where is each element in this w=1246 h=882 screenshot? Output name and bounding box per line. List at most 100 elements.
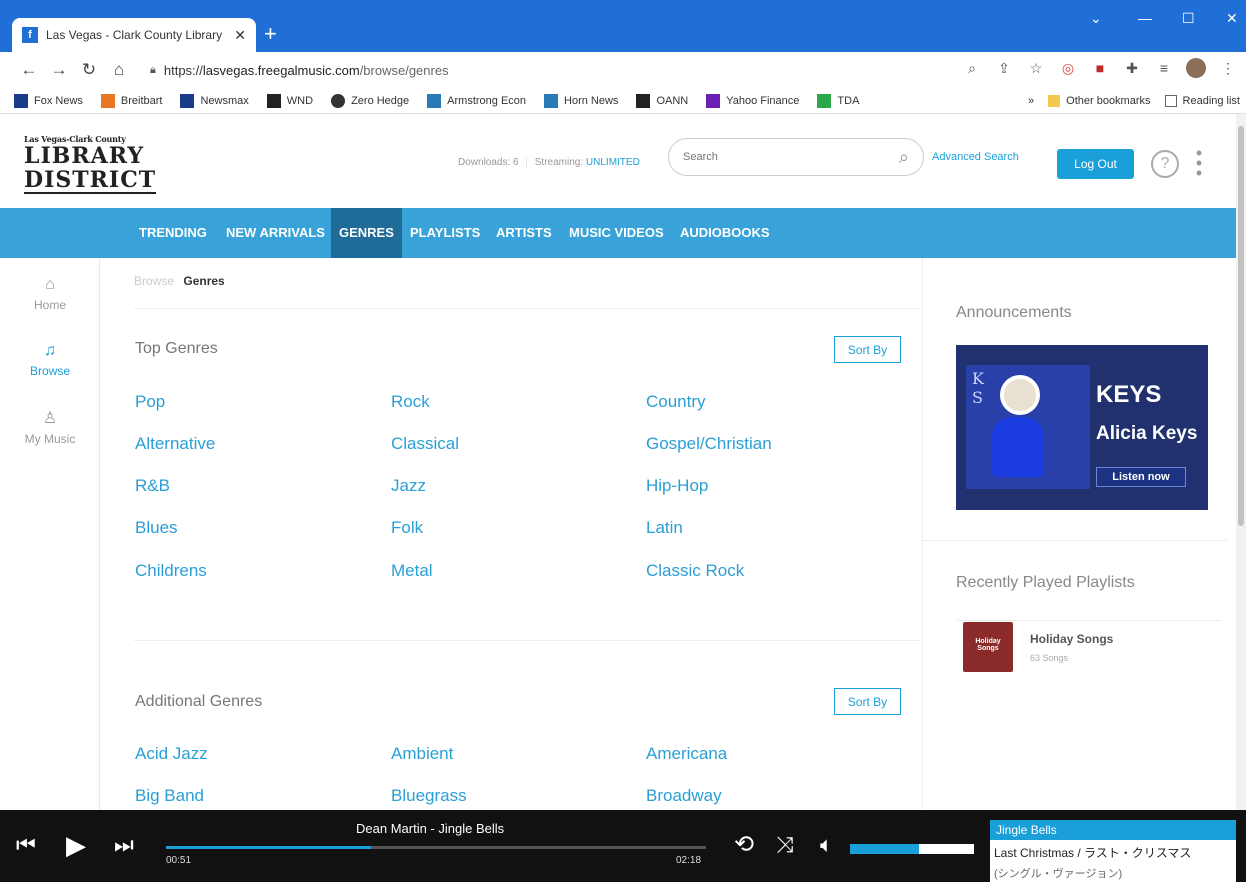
genre-link[interactable]: Blues (135, 518, 178, 538)
bookmark-horn-news[interactable]: Horn News (544, 93, 618, 108)
nav-audiobooks[interactable]: AUDIOBOOKS (672, 208, 778, 258)
search-input[interactable] (683, 151, 899, 163)
bookmark-newsmax[interactable]: Newsmax (180, 93, 249, 108)
reading-mode-icon[interactable]: ≡ (1154, 60, 1174, 76)
extensions-puzzle-icon[interactable]: ✚ (1122, 60, 1142, 77)
next-track-icon[interactable]: ⏭ (114, 832, 134, 858)
additional-genres-sort-button[interactable]: Sort By (834, 688, 901, 715)
genre-link[interactable]: Ambient (391, 744, 453, 764)
maximize-icon[interactable]: ☐ (1182, 10, 1195, 27)
genre-link[interactable]: Bluegrass (391, 786, 467, 806)
browser-menu-icon[interactable]: ⋮ (1218, 60, 1238, 77)
nav-artists[interactable]: ARTISTS (488, 208, 560, 258)
left-rail: ⌂ Home ♫ Browse ♙ My Music (0, 258, 100, 810)
alicia-keys-banner[interactable]: KS KEYS Alicia Keys Listen now (956, 345, 1208, 510)
bookmark-zero-hedge[interactable]: Zero Hedge (331, 93, 409, 108)
divider (134, 308, 920, 309)
listen-now-button[interactable]: Listen now (1096, 467, 1186, 487)
genre-link[interactable]: Pop (135, 392, 165, 412)
bookmark-armstrong-econ[interactable]: Armstrong Econ (427, 93, 526, 108)
share-icon[interactable]: ⇪ (994, 60, 1014, 77)
back-icon[interactable]: ← (16, 60, 42, 80)
help-icon[interactable]: ? (1151, 150, 1179, 178)
minimize-icon[interactable]: — (1138, 10, 1152, 26)
queue-item-current[interactable]: Jingle Bells (990, 820, 1236, 840)
shuffle-icon[interactable]: ⤨ (776, 832, 794, 858)
close-window-icon[interactable]: ✕ (1226, 10, 1238, 27)
announcements-title: Announcements (956, 304, 1072, 321)
genre-link[interactable]: Country (646, 392, 706, 412)
genre-link[interactable]: Broadway (646, 786, 722, 806)
genre-link[interactable]: Latin (646, 518, 683, 538)
breadcrumb-browse[interactable]: Browse (134, 274, 174, 288)
log-out-button[interactable]: Log Out (1057, 149, 1134, 179)
address-bar[interactable]: 🔒︎ https:// lasvegas.freegalmusic.com /b… (150, 57, 960, 83)
bookmark-star-icon[interactable]: ☆ (1026, 60, 1046, 77)
rail-home[interactable]: ⌂ Home (0, 276, 100, 312)
top-genres-sort-button[interactable]: Sort By (834, 336, 901, 363)
volume-slider[interactable] (850, 844, 974, 854)
advanced-search-link[interactable]: Advanced Search (932, 151, 1019, 163)
library-logo[interactable]: Las Vegas-Clark County LIBRARY DISTRICT (24, 134, 157, 194)
reading-list[interactable]: Reading list (1183, 95, 1240, 107)
volume-icon[interactable]: 🔈︎ (820, 832, 833, 858)
scrollbar-thumb[interactable] (1238, 126, 1244, 526)
bookmarks-overflow-icon[interactable]: » (1028, 95, 1034, 107)
ad-artist: Alicia Keys (1096, 423, 1198, 444)
progress-bar[interactable] (166, 846, 706, 849)
genre-link[interactable]: Classic Rock (646, 561, 744, 581)
genre-link[interactable]: Big Band (135, 786, 204, 806)
bookmark-tda[interactable]: TDA (817, 93, 859, 108)
rail-browse[interactable]: ♫ Browse (0, 342, 100, 378)
genre-link[interactable]: Gospel/Christian (646, 434, 772, 454)
new-tab-icon[interactable]: + (264, 20, 277, 48)
playlist-thumbnail[interactable]: Holiday Songs (963, 622, 1013, 672)
nav-music-videos[interactable]: MUSIC VIDEOS (561, 208, 672, 258)
music-note-icon: ♫ (44, 342, 56, 359)
genre-link[interactable]: Americana (646, 744, 727, 764)
reload-icon[interactable]: ↻ (76, 60, 102, 80)
genre-link[interactable]: Rock (391, 392, 430, 412)
extension-badge-icon[interactable]: ■ (1090, 60, 1110, 76)
search-icon[interactable]: ⌕ (899, 147, 909, 168)
genre-link[interactable]: Metal (391, 561, 433, 581)
genre-link[interactable]: Acid Jazz (135, 744, 208, 764)
close-tab-icon[interactable]: ✕ (234, 27, 246, 44)
genre-link[interactable]: R&B (135, 476, 170, 496)
previous-track-icon[interactable]: ⏮ (16, 832, 36, 858)
bookmark-oann[interactable]: OANN (636, 93, 688, 108)
artist-figure (992, 417, 1044, 477)
bookmark-wnd[interactable]: WND (266, 93, 313, 108)
genre-link[interactable]: Jazz (391, 476, 426, 496)
genre-link[interactable]: Alternative (135, 434, 215, 454)
zoom-icon[interactable]: ⌕ (962, 60, 982, 77)
more-menu-icon[interactable]: • • • (1194, 144, 1204, 182)
forward-icon[interactable]: → (46, 60, 72, 80)
nav-new-arrivals[interactable]: NEW ARRIVALS (218, 208, 333, 258)
yahoo-finance-icon (706, 93, 721, 108)
genre-link[interactable]: Folk (391, 518, 423, 538)
profile-avatar[interactable] (1186, 58, 1206, 78)
other-bookmarks[interactable]: Other bookmarks (1066, 95, 1150, 107)
repeat-icon[interactable]: ⟲ (734, 830, 754, 859)
home-icon[interactable]: ⌂ (106, 60, 132, 80)
bookmark-yahoo-finance[interactable]: Yahoo Finance (706, 93, 799, 108)
extension-red-icon[interactable]: ◎ (1058, 60, 1078, 77)
nav-trending[interactable]: TRENDING (131, 208, 215, 258)
browser-tab[interactable]: f Las Vegas - Clark County Library ✕ (12, 18, 256, 52)
playlist-name[interactable]: Holiday Songs (1030, 632, 1113, 646)
play-icon[interactable]: ▶ (66, 830, 86, 861)
user-icon: ♙ (42, 410, 58, 427)
genre-link[interactable]: Hip-Hop (646, 476, 708, 496)
bookmark-fox-news[interactable]: Fox News (14, 93, 83, 108)
bookmark-breitbart[interactable]: Breitbart (100, 93, 162, 108)
tab-search-icon[interactable]: ⌄ (1090, 10, 1102, 27)
queue-item[interactable]: Last Christmas / ラスト・クリスマス (990, 840, 1236, 865)
nav-playlists[interactable]: PLAYLISTS (402, 208, 488, 258)
genre-link[interactable]: Childrens (135, 561, 207, 581)
nav-genres[interactable]: GENRES (331, 208, 402, 258)
page-scrollbar[interactable] (1236, 114, 1246, 810)
genre-link[interactable]: Classical (391, 434, 459, 454)
rail-my-music[interactable]: ♙ My Music (0, 408, 100, 446)
volume-fill (850, 844, 920, 854)
